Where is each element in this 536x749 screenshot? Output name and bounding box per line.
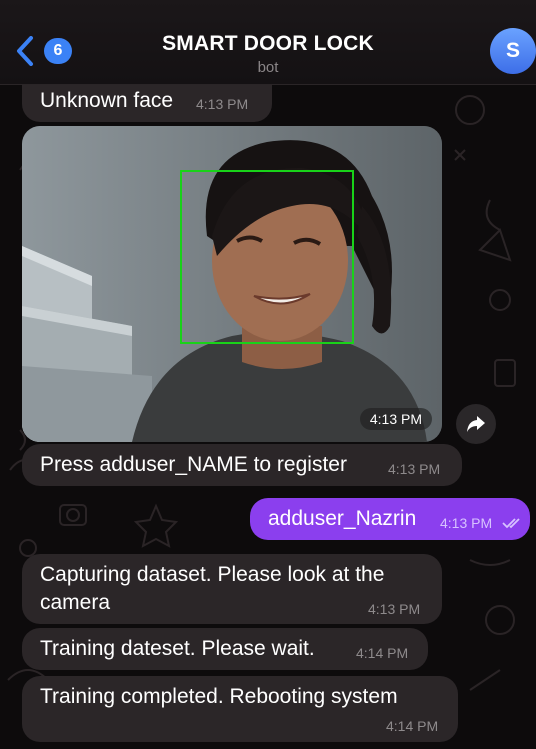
message-text: Training dateset. Please wait. bbox=[40, 637, 315, 660]
message-bubble[interactable]: Training dateset. Please wait. 4:14 PM bbox=[22, 628, 428, 670]
message-time: 4:13 PM bbox=[368, 601, 421, 617]
photo-message[interactable]: 4:13 PM bbox=[22, 126, 442, 442]
message-bubble[interactable]: Training completed. Rebooting system 4:1… bbox=[22, 676, 458, 742]
share-forward-icon bbox=[467, 416, 485, 432]
message-bubble[interactable]: Capturing dataset. Please look at the ca… bbox=[22, 554, 442, 624]
message-text-line-2: camera bbox=[40, 591, 111, 614]
message-text: Press adduser_NAME to register bbox=[40, 453, 347, 476]
avatar[interactable]: S bbox=[490, 28, 536, 74]
photo-time: 4:13 PM bbox=[359, 408, 432, 430]
message-time: 4:13 PM bbox=[196, 96, 249, 112]
chat-title-block[interactable]: SMART DOOR LOCK bot bbox=[0, 32, 536, 76]
message-time: 4:13 PM bbox=[440, 515, 493, 531]
message-text: Unknown face bbox=[40, 89, 174, 112]
chat-header: 6 SMART DOOR LOCK bot S bbox=[0, 0, 536, 85]
message-bubble[interactable]: Unknown face 4:13 PM bbox=[22, 84, 272, 122]
message-bubble-outgoing[interactable]: adduser_Nazrin 4:13 PM bbox=[250, 498, 530, 540]
message-text: adduser_Nazrin bbox=[268, 507, 417, 530]
message-text: Training completed. Rebooting system bbox=[40, 685, 398, 708]
share-button[interactable] bbox=[456, 404, 496, 444]
message-bubble[interactable]: Press adduser_NAME to register 4:13 PM bbox=[22, 444, 462, 486]
message-time: 4:13 PM bbox=[388, 461, 441, 477]
message-time: 4:14 PM bbox=[356, 645, 409, 661]
double-check-icon bbox=[502, 518, 520, 529]
chat-subtitle: bot bbox=[257, 59, 279, 76]
message-time: 4:14 PM bbox=[386, 718, 439, 734]
message-text-line-1: Capturing dataset. Please look at the bbox=[40, 563, 385, 586]
chat-title: SMART DOOR LOCK bbox=[162, 32, 374, 55]
face-detection-box bbox=[180, 170, 354, 344]
